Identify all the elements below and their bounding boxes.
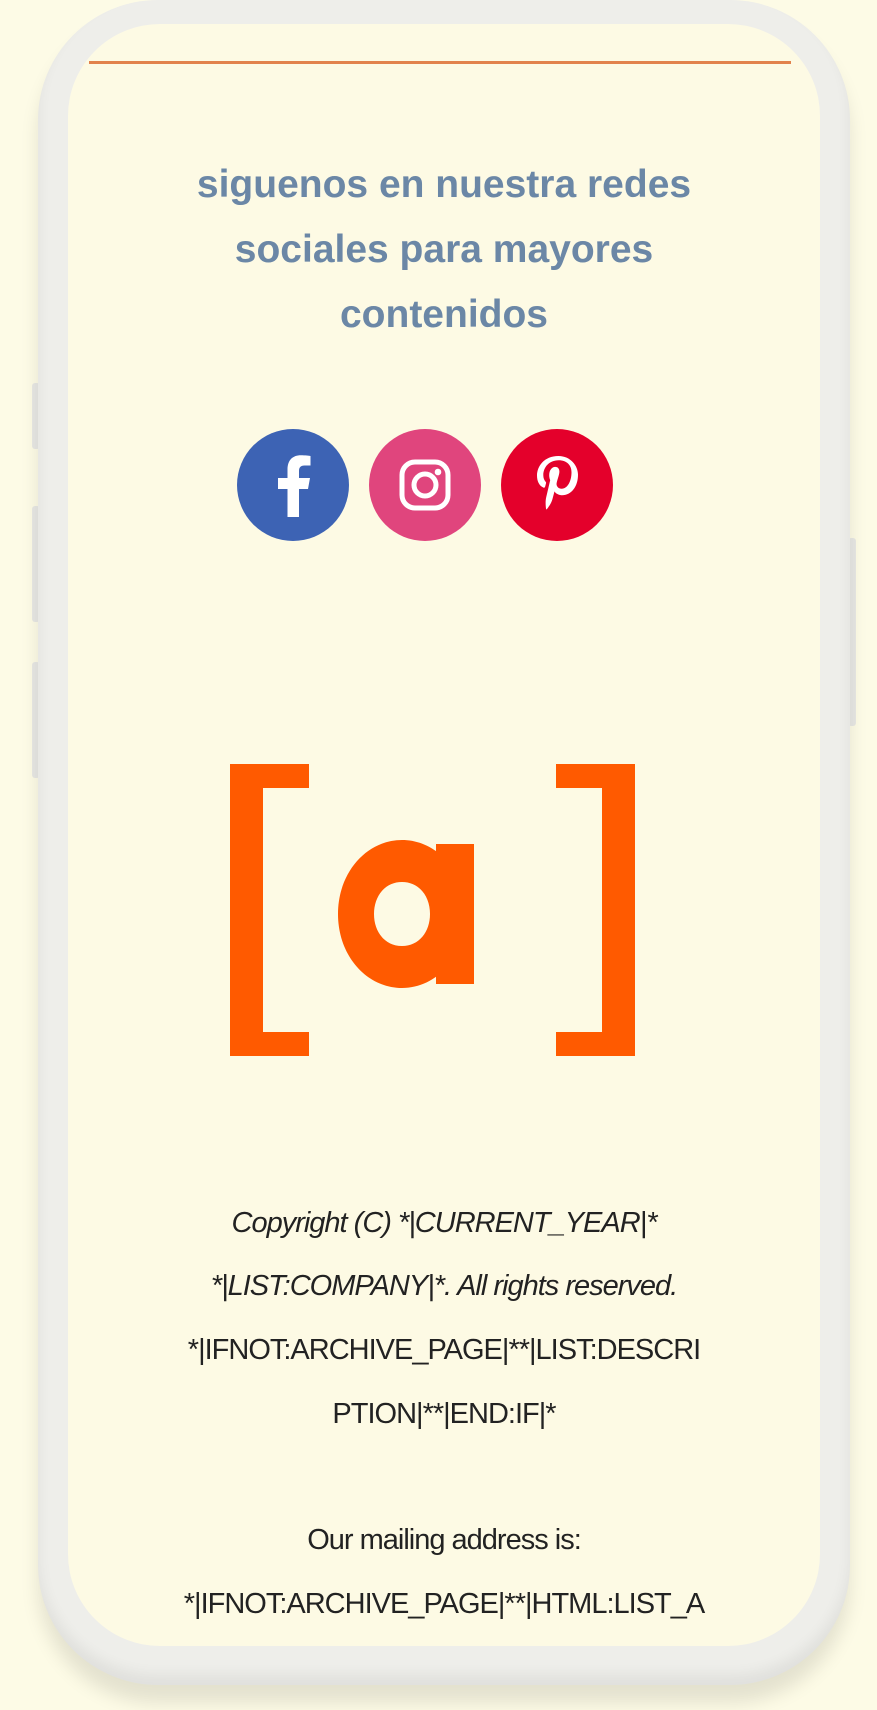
tagline-line-2: sociales para mayores [234,228,654,271]
divider [89,61,791,64]
social-tagline: siguenos en nuestra redes sociales para … [88,152,800,347]
brand-logo [230,764,635,1064]
list-description-line-1: *|IFNOT:ARCHIVE_PAGE|**|LIST:DESCRI [187,1334,701,1366]
copyright-line-2: *|LIST:COMPANY|*. All rights reserved. [210,1270,678,1302]
copyright-line-1: Copyright (C) *|CURRENT_YEAR|* [231,1207,658,1239]
instagram-icon [399,459,451,511]
list-description-line-2: PTION|**|END:IF|* [332,1398,556,1430]
mailing-address-label: Our mailing address is: [307,1524,582,1556]
mailing-address-value: *|IFNOT:ARCHIVE_PAGE|**|HTML:LIST_A [183,1588,705,1620]
instagram-link[interactable] [369,429,481,541]
facebook-icon [278,455,311,517]
logo-mark [230,764,635,1056]
social-links [68,429,820,541]
pinterest-icon [537,456,578,510]
facebook-link[interactable] [237,429,349,541]
pinterest-link[interactable] [501,429,613,541]
tagline-line-1: siguenos en nuestra redes [196,163,692,206]
phone-screen: siguenos en nuestra redes sociales para … [68,24,820,1646]
tagline-line-3: contenidos [339,293,548,336]
